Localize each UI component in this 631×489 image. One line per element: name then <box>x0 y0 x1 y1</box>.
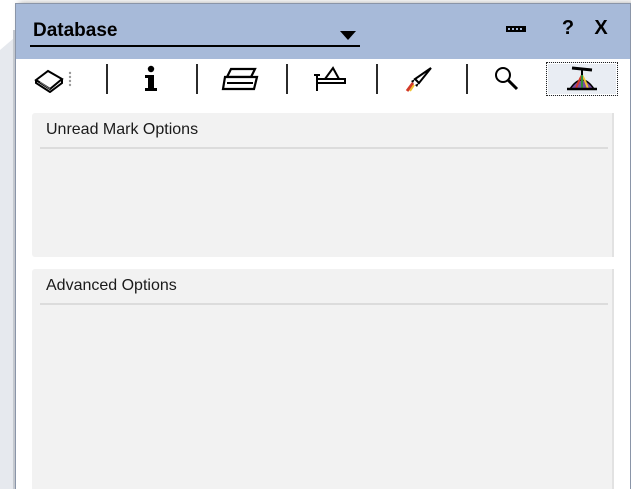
window-title: Database <box>33 20 118 41</box>
tab-divider <box>376 64 378 94</box>
tab-divider <box>196 64 198 94</box>
properties-box: Database ? X Unread Mark Options Advance… <box>15 3 631 489</box>
background-panel <box>0 38 14 489</box>
advanced-tab[interactable] <box>546 62 618 96</box>
propeller-hat-icon <box>567 66 597 91</box>
minimize-icon <box>506 26 526 32</box>
printing-tab[interactable] <box>202 62 280 96</box>
properties-type-dropdown[interactable]: Database <box>30 17 360 47</box>
info-icon <box>145 65 157 91</box>
section-divider <box>40 147 608 149</box>
minimize-button[interactable] <box>501 15 531 41</box>
section-title[interactable]: Advanced Options <box>46 277 177 295</box>
dropdown-caret-icon <box>340 31 356 40</box>
info-tab[interactable] <box>112 62 190 96</box>
design-tab[interactable] <box>292 62 370 96</box>
screen: Database ? X Unread Mark Options Advance… <box>0 0 631 489</box>
launch-tab[interactable] <box>382 62 460 96</box>
magnifier-icon <box>495 67 519 91</box>
close-button[interactable]: X <box>588 15 614 41</box>
help-button[interactable]: ? <box>556 15 580 41</box>
advanced-options-section: Advanced Options <box>32 269 614 489</box>
section-edge <box>612 269 614 489</box>
unread-mark-options-section: Unread Mark Options <box>32 113 614 257</box>
titlebar: Database ? X <box>16 4 630 59</box>
t-square-icon <box>314 66 346 91</box>
basics-tab[interactable] <box>22 62 92 96</box>
full-text-index-tab[interactable] <box>472 62 542 96</box>
printer-icon <box>221 67 259 91</box>
tab-divider <box>286 64 288 94</box>
tab-content: Unread Mark Options Advanced Options <box>16 99 630 489</box>
book-icon <box>34 69 72 93</box>
rocket-icon <box>405 67 432 92</box>
section-divider <box>40 303 608 305</box>
tab-strip <box>16 59 630 99</box>
section-title[interactable]: Unread Mark Options <box>46 121 198 139</box>
section-edge <box>612 113 614 257</box>
tab-divider <box>466 64 468 94</box>
tab-divider <box>106 64 108 94</box>
